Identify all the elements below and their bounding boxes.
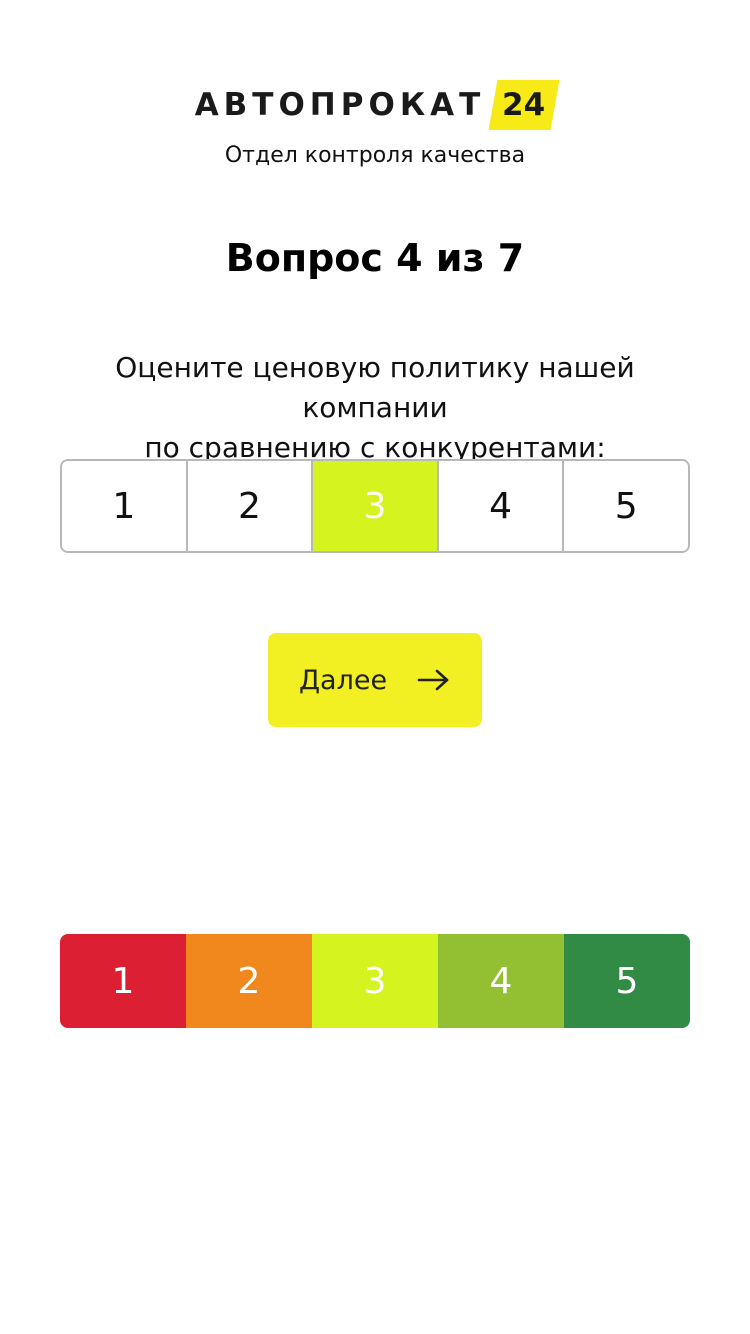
brand-logo-badge-text: 24: [502, 87, 546, 123]
legend-cell-5: 5: [564, 934, 690, 1028]
legend-cell-1: 1: [60, 934, 186, 1028]
rating-option-1[interactable]: 1: [62, 461, 186, 551]
legend-cell-4: 4: [438, 934, 564, 1028]
brand-logo: АВТОПРОКАТ 24: [0, 80, 750, 130]
question-text: Оцените ценовую политику нашей компании …: [40, 348, 710, 468]
rating-option-2[interactable]: 2: [185, 461, 312, 551]
rating-option-3[interactable]: 3: [311, 461, 437, 551]
next-button[interactable]: Далее: [268, 633, 482, 727]
department-subtitle: Отдел контроля качества: [224, 143, 526, 168]
rating-scale: 1 2 3 4 5: [60, 459, 690, 553]
legend-cell-3: 3: [312, 934, 438, 1028]
next-button-label: Далее: [298, 664, 388, 696]
brand-logo-word: АВТОПРОКАТ: [194, 87, 486, 123]
rating-option-5[interactable]: 5: [562, 461, 688, 551]
question-counter-title: Вопрос 4 из 7: [225, 236, 525, 280]
legend-cell-2: 2: [186, 934, 312, 1028]
brand-logo-badge: 24: [488, 80, 560, 130]
question-text-line-1: Оцените ценовую политику нашей компании: [115, 351, 635, 424]
rating-option-4[interactable]: 4: [436, 461, 563, 551]
arrow-right-icon: [417, 669, 449, 691]
color-legend-scale: 1 2 3 4 5: [60, 934, 690, 1028]
